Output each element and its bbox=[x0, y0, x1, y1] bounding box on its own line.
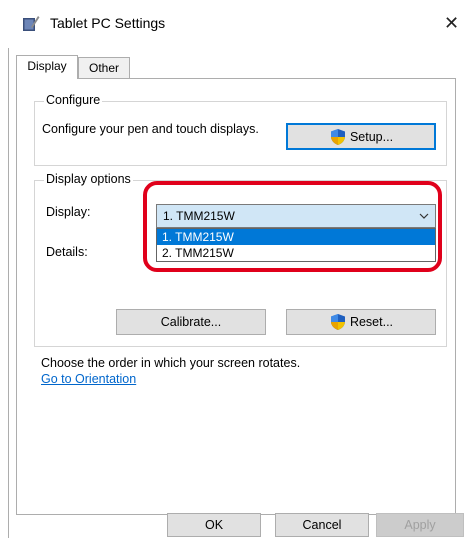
tablet-pen-icon bbox=[23, 16, 40, 31]
details-label: Details: bbox=[46, 245, 88, 259]
tab-other[interactable]: Other bbox=[78, 57, 130, 78]
window-border bbox=[8, 48, 9, 538]
go-to-orientation-link[interactable]: Go to Orientation bbox=[41, 372, 136, 386]
cancel-button[interactable]: Cancel bbox=[275, 513, 369, 537]
highlight-annotation bbox=[143, 181, 442, 272]
setup-button[interactable]: Setup... bbox=[286, 123, 436, 150]
window-title: Tablet PC Settings bbox=[50, 15, 166, 31]
display-label: Display: bbox=[46, 205, 91, 219]
configure-description: Configure your pen and touch displays. bbox=[42, 122, 259, 136]
display-options-group-label: Display options bbox=[44, 172, 133, 186]
apply-button[interactable]: Apply bbox=[376, 513, 464, 537]
reset-button-label: Reset... bbox=[349, 315, 394, 329]
tab-display[interactable]: Display bbox=[16, 55, 78, 79]
orientation-text: Choose the order in which your screen ro… bbox=[41, 356, 301, 370]
cancel-button-label: Cancel bbox=[302, 518, 342, 532]
uac-shield-icon bbox=[330, 128, 345, 145]
configure-group-label: Configure bbox=[44, 93, 103, 107]
calibrate-button-label: Calibrate... bbox=[160, 315, 222, 329]
uac-shield-icon bbox=[330, 314, 345, 330]
ok-button-label: OK bbox=[204, 518, 224, 532]
calibrate-button[interactable]: Calibrate... bbox=[116, 309, 266, 335]
reset-button[interactable]: Reset... bbox=[286, 309, 436, 335]
ok-button[interactable]: OK bbox=[167, 513, 261, 537]
apply-button-label: Apply bbox=[404, 518, 436, 532]
setup-button-label: Setup... bbox=[349, 129, 394, 144]
close-icon[interactable]: ✕ bbox=[444, 13, 459, 34]
